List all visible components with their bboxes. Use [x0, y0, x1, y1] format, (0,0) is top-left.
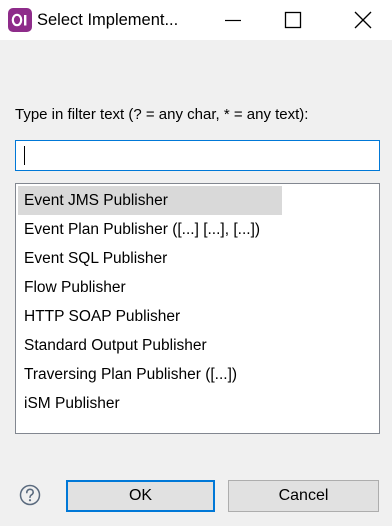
app-logo-icon	[8, 8, 32, 32]
maximize-button[interactable]	[270, 0, 316, 40]
window-title: Select Implement...	[37, 11, 179, 29]
filter-input[interactable]	[15, 140, 380, 171]
filter-label: Type in filter text (? = any char, * = a…	[15, 106, 309, 123]
close-button[interactable]	[340, 0, 386, 40]
list-item[interactable]: Event Plan Publisher ([...] [...], [...]…	[18, 215, 260, 244]
close-icon	[354, 11, 372, 29]
cancel-button[interactable]: Cancel	[228, 480, 379, 512]
minimize-button[interactable]	[210, 0, 256, 40]
list-item[interactable]: iSM Publisher	[18, 389, 120, 418]
implementation-list[interactable]: Event JMS Publisher Event Plan Publisher…	[15, 183, 380, 434]
minimize-icon	[225, 19, 241, 22]
text-caret	[24, 146, 25, 165]
list-item[interactable]: Event JMS Publisher	[18, 186, 282, 215]
help-icon[interactable]	[19, 484, 41, 506]
ok-button[interactable]: OK	[66, 480, 215, 512]
list-item[interactable]: Traversing Plan Publisher ([...])	[18, 360, 237, 389]
list-item[interactable]: Standard Output Publisher	[18, 331, 207, 360]
maximize-icon	[284, 11, 302, 29]
title-bar: Select Implement...	[0, 0, 392, 40]
list-item[interactable]: Event SQL Publisher	[18, 244, 167, 273]
list-item[interactable]: HTTP SOAP Publisher	[18, 302, 180, 331]
list-item[interactable]: Flow Publisher	[18, 273, 126, 302]
